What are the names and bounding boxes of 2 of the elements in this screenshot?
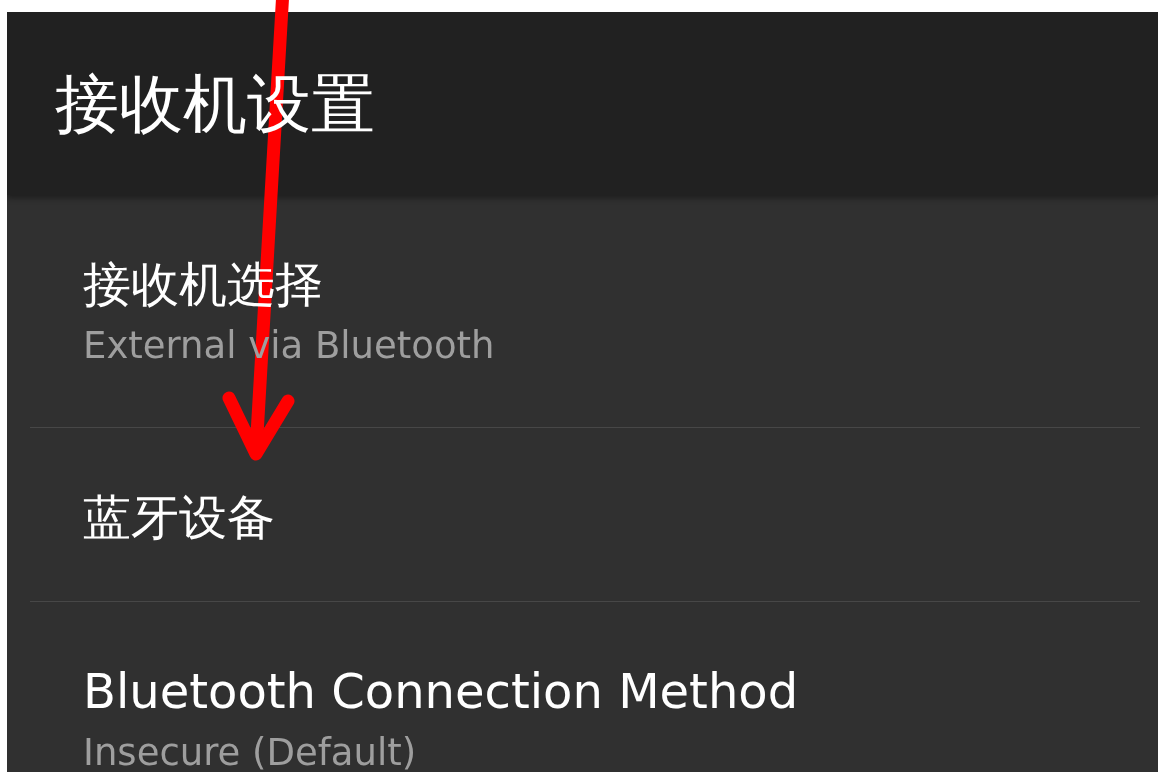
preference-item[interactable]: Bluetooth Connection Method Insecure (Default) (7, 602, 1158, 772)
preference-item[interactable]: 蓝牙设备 (7, 428, 1158, 601)
